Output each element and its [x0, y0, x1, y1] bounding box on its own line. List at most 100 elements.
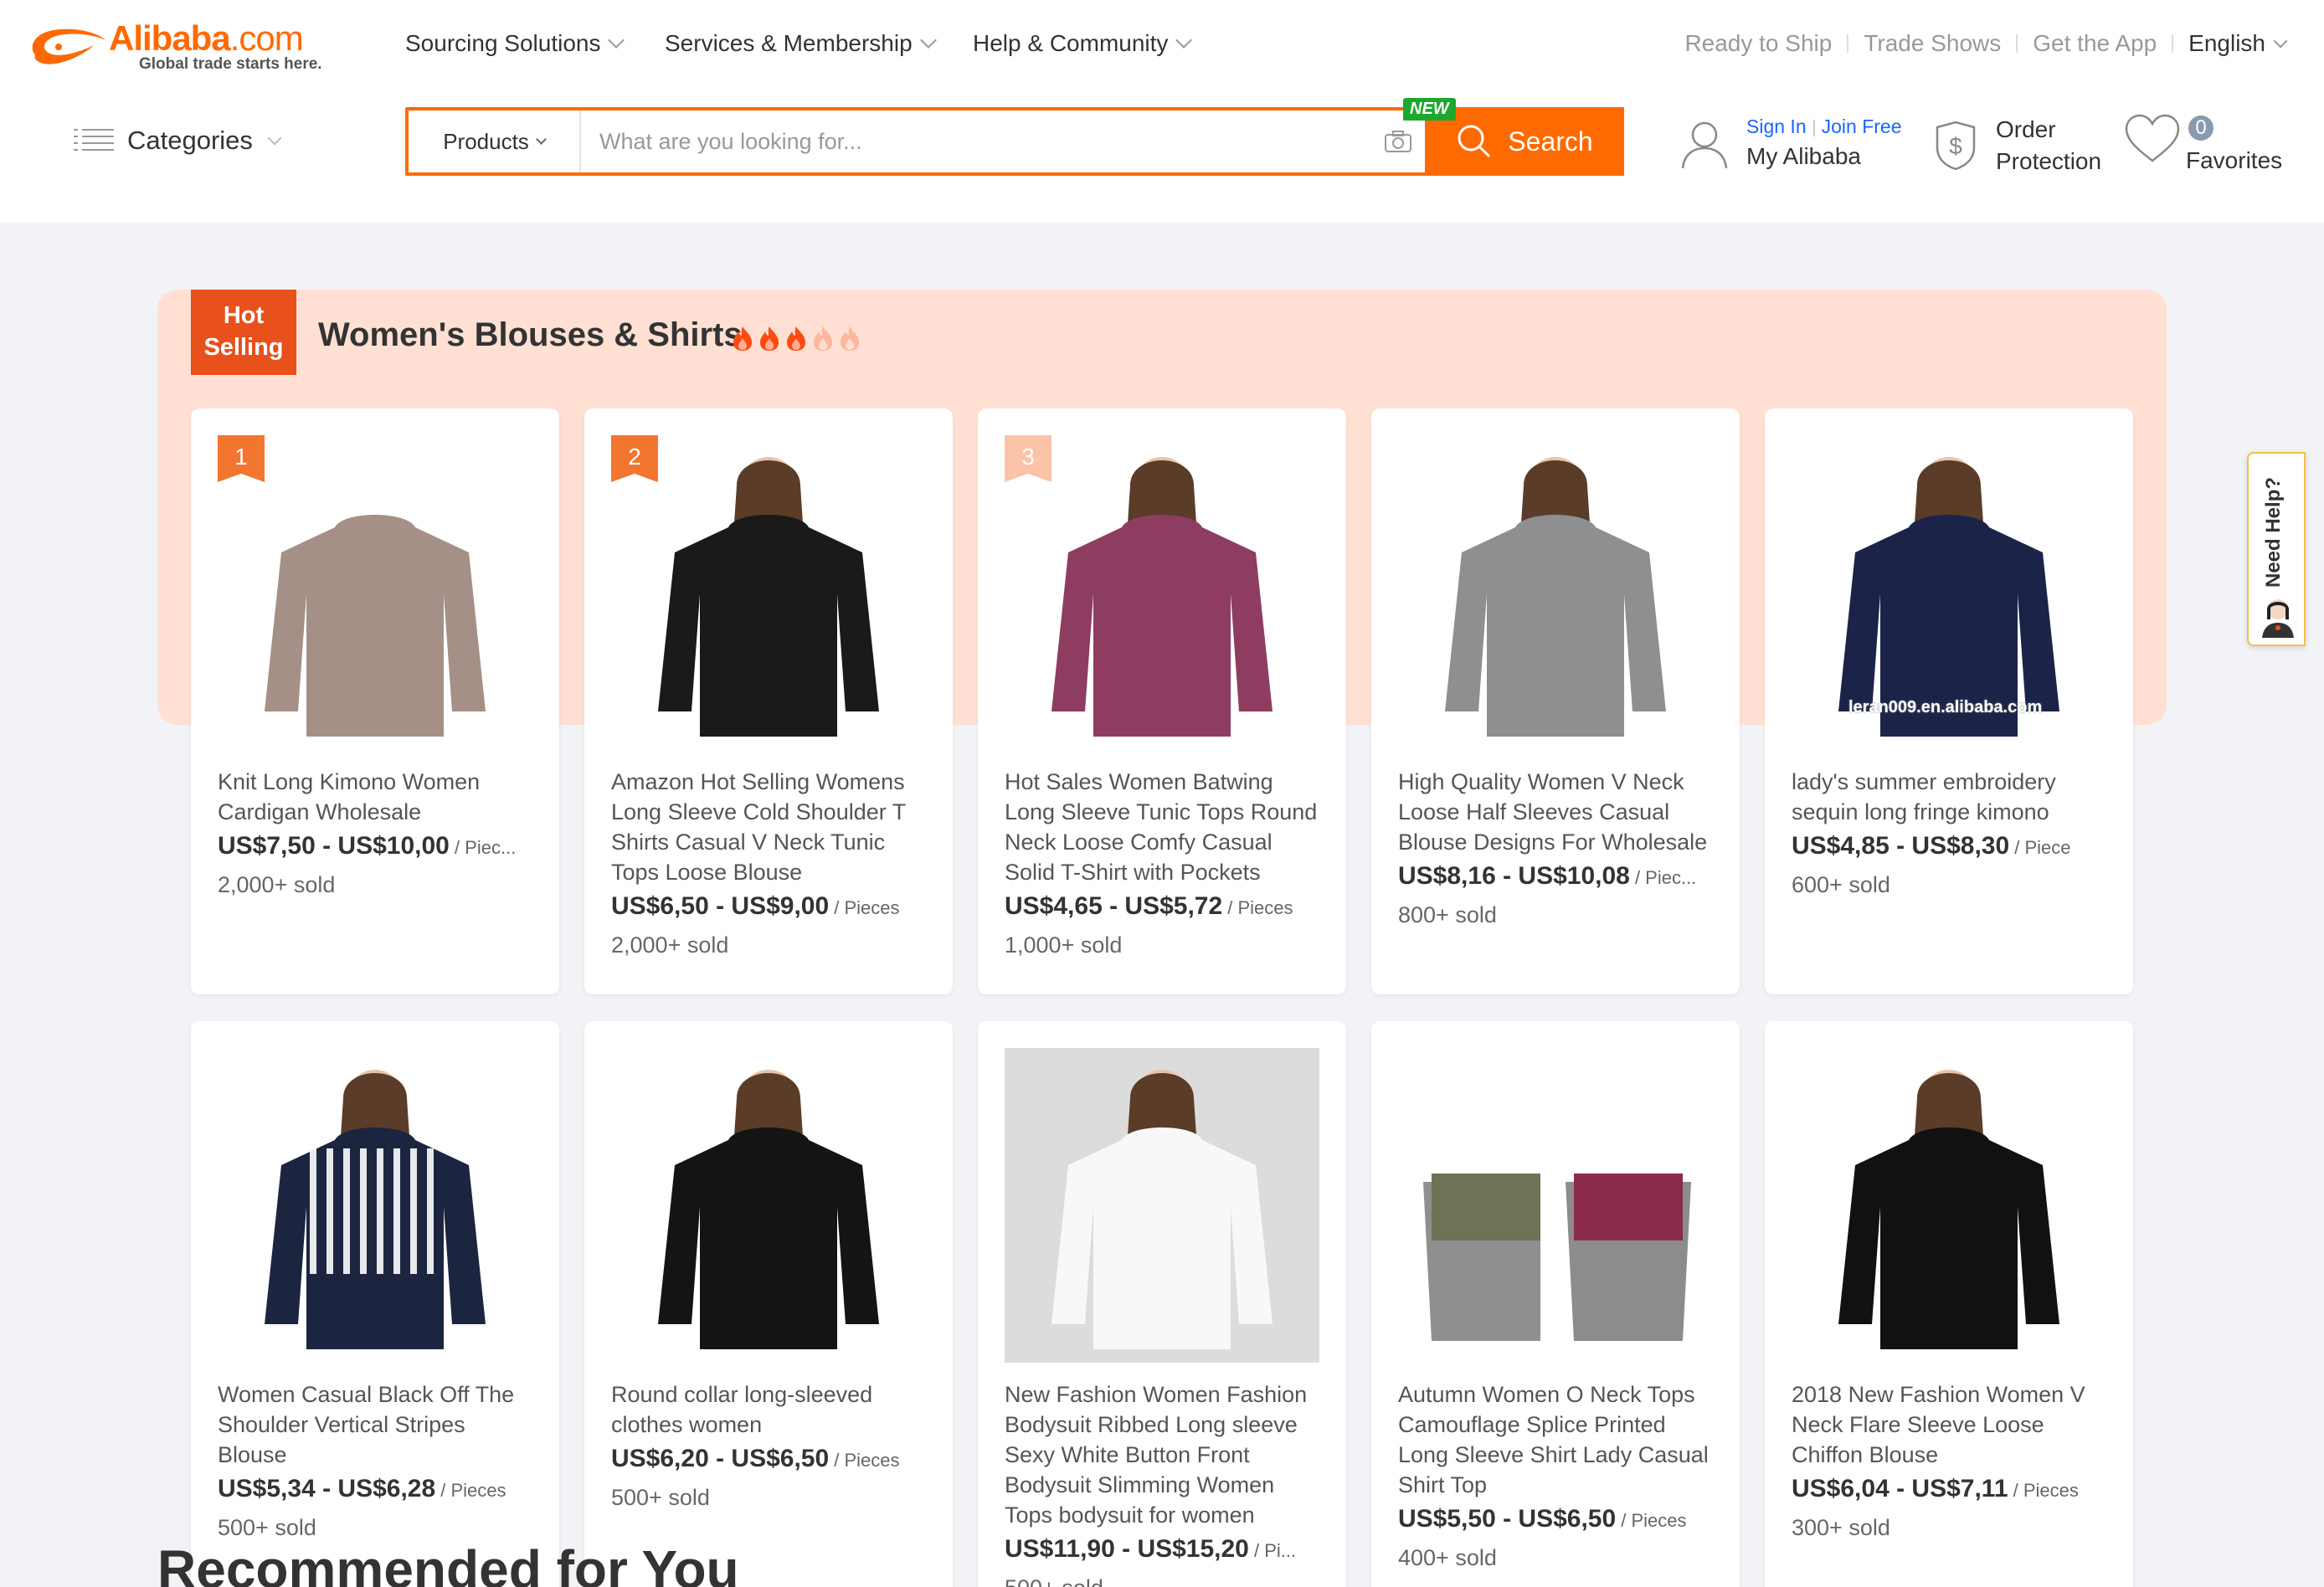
- sold-count: 1,000+ sold: [1005, 932, 1123, 958]
- product-card[interactable]: New Fashion Women Fashion Bodysuit Ribbe…: [978, 1021, 1346, 1587]
- chevron-down-icon: [919, 32, 937, 49]
- product-title[interactable]: lady's summer embroidery sequin long fri…: [1792, 767, 2110, 827]
- language-selector[interactable]: English: [2188, 30, 2265, 57]
- product-price: US$6,04 - US$7,11 / Pieces: [1792, 1475, 2079, 1502]
- product-card[interactable]: Autumn Women O Neck Tops Camouflage Spli…: [1371, 1021, 1740, 1587]
- watermark: leran009.en.alibaba.com: [1848, 698, 2043, 716]
- ready-to-ship-link[interactable]: Ready to Ship: [1684, 30, 1832, 57]
- striped-blouse-image[interactable]: [218, 1048, 532, 1363]
- order-protection[interactable]: $ Order Protection: [1932, 114, 2101, 177]
- sign-in-link[interactable]: Sign In: [1746, 116, 1807, 137]
- favorites-count: 0: [2188, 116, 2213, 141]
- sold-count: 600+ sold: [1792, 872, 1890, 897]
- favorites-label: Favorites: [2186, 147, 2283, 173]
- sold-count: 500+ sold: [1005, 1575, 1103, 1587]
- sold-count: 500+ sold: [218, 1515, 316, 1540]
- chevron-down-icon: [267, 131, 282, 146]
- product-card[interactable]: 1 Knit Long Kimono Women Cardigan Wholesa…: [191, 408, 559, 994]
- hotness-rating: [732, 325, 861, 352]
- categories-menu[interactable]: Categories: [74, 126, 282, 156]
- camo-splice-shirt-image[interactable]: [1398, 1048, 1713, 1363]
- shield-dollar-icon: $: [1936, 121, 1976, 171]
- logo-wordmark: Alibaba.com: [109, 18, 304, 58]
- sold-count: 300+ sold: [1792, 1515, 1890, 1540]
- product-title[interactable]: High Quality Women V Neck Loose Half Sle…: [1398, 767, 1716, 857]
- divider: [1847, 34, 1849, 53]
- sold-count: 2,000+ sold: [218, 872, 336, 897]
- white-bodysuit-image[interactable]: [1005, 1048, 1319, 1363]
- search-icon: [1458, 125, 1491, 158]
- product-price: US$6,50 - US$9,00 / Pieces: [611, 892, 900, 920]
- sold-count: 2,000+ sold: [611, 932, 729, 958]
- alibaba-swoosh-icon: [32, 28, 105, 64]
- alibaba-logo[interactable]: Alibaba.com Global trade starts here.: [25, 18, 343, 77]
- black-chiffon-blouse-image[interactable]: [1792, 1048, 2106, 1363]
- product-title[interactable]: Knit Long Kimono Women Cardigan Wholesal…: [218, 767, 536, 827]
- favorites[interactable]: 0 Favorites: [2123, 112, 2282, 173]
- user-icon[interactable]: [1679, 116, 1730, 170]
- sold-count: 400+ sold: [1398, 1545, 1497, 1570]
- product-card[interactable]: 2 Amazon Hot Selling Womens Long Sleeve C…: [584, 408, 953, 994]
- product-title[interactable]: Autumn Women O Neck Tops Camouflage Spli…: [1398, 1379, 1716, 1500]
- grey-blouse-image[interactable]: [1398, 435, 1713, 750]
- my-alibaba-link[interactable]: My Alibaba: [1746, 143, 1901, 170]
- flame-icon: [760, 326, 779, 351]
- purple-tunic-image[interactable]: [1005, 435, 1319, 750]
- divider: [2172, 34, 2174, 53]
- chevron-down-icon: [535, 134, 547, 145]
- product-card[interactable]: Round collar long-sleeved clothes women U…: [584, 1021, 953, 1587]
- hot-selling-tag: Hot Selling: [191, 290, 296, 375]
- product-card[interactable]: 3 Hot Sales Women Batwing Long Sleeve Tun…: [978, 408, 1346, 994]
- product-title[interactable]: Hot Sales Women Batwing Long Sleeve Tuni…: [1005, 767, 1323, 887]
- chevron-down-icon: [608, 32, 625, 49]
- product-card[interactable]: leran009.en.alibaba.com lady's summer emb…: [1765, 408, 2133, 994]
- product-price: US$5,34 - US$6,28 / Pieces: [218, 1475, 506, 1502]
- product-title[interactable]: 2018 New Fashion Women V Neck Flare Slee…: [1792, 1379, 2110, 1470]
- product-title[interactable]: Round collar long-sleeved clothes women: [611, 1379, 929, 1440]
- product-title[interactable]: Women Casual Black Off The Shoulder Vert…: [218, 1379, 536, 1470]
- sold-count: 800+ sold: [1398, 902, 1497, 927]
- logo-tagline: Global trade starts here.: [139, 55, 322, 73]
- kimono-cardigan-image[interactable]: [218, 435, 532, 750]
- divider: [2016, 34, 2018, 53]
- product-price: US$11,90 - US$15,20 / Pi...: [1005, 1535, 1297, 1563]
- product-price: US$8,16 - US$10,08 / Piec...: [1398, 862, 1697, 890]
- product-title[interactable]: New Fashion Women Fashion Bodysuit Ribbe…: [1005, 1379, 1323, 1530]
- product-card[interactable]: High Quality Women V Neck Loose Half Sle…: [1371, 408, 1740, 994]
- search-category-select[interactable]: Products: [409, 110, 581, 172]
- svg-text:$: $: [1949, 133, 1962, 159]
- product-title[interactable]: Amazon Hot Selling Womens Long Sleeve Co…: [611, 767, 929, 887]
- product-price: US$7,50 - US$10,00 / Piec...: [218, 832, 517, 860]
- flame-icon: [733, 326, 752, 351]
- flame-icon: [787, 326, 805, 351]
- product-price: US$6,20 - US$6,50 / Pieces: [611, 1445, 900, 1472]
- flame-icon: [841, 326, 859, 351]
- need-help-label: Need Help?: [2262, 476, 2285, 588]
- product-price: US$4,85 - US$8,30 / Piece: [1792, 832, 2071, 860]
- join-free-link[interactable]: Join Free: [1822, 116, 1902, 137]
- list-menu-icon: [74, 127, 114, 154]
- get-the-app-link[interactable]: Get the App: [2033, 30, 2157, 57]
- categories-label: Categories: [127, 126, 253, 155]
- section-title: Women's Blouses & Shirts: [318, 316, 743, 353]
- nav-sourcing-solutions[interactable]: Sourcing Solutions: [405, 30, 625, 57]
- product-card[interactable]: 2018 New Fashion Women V Neck Flare Slee…: [1765, 1021, 2133, 1587]
- sold-count: 500+ sold: [611, 1485, 710, 1510]
- account-area: Sign In Join Free My Alibaba: [1679, 116, 1901, 170]
- chevron-down-icon: [1175, 32, 1193, 49]
- trade-shows-link[interactable]: Trade Shows: [1864, 30, 2001, 57]
- search-input[interactable]: [581, 110, 1371, 172]
- utility-nav: Ready to Ship Trade Shows Get the App En…: [1684, 30, 2288, 57]
- support-agent-icon: [2262, 599, 2294, 638]
- black-blouse-image[interactable]: [611, 435, 926, 750]
- flame-icon: [814, 326, 832, 351]
- black-cold-shoulder-image[interactable]: [611, 1048, 926, 1363]
- product-price: US$4,65 - US$5,72 / Pieces: [1005, 892, 1293, 920]
- header: Alibaba.com Global trade starts here. So…: [0, 0, 2324, 223]
- new-badge: NEW: [1403, 98, 1456, 121]
- product-card[interactable]: Women Casual Black Off The Shoulder Vert…: [191, 1021, 559, 1587]
- nav-help-community[interactable]: Help & Community: [973, 30, 1193, 57]
- nav-services-membership[interactable]: Services & Membership: [665, 30, 937, 57]
- chevron-down-icon: [2273, 33, 2288, 49]
- need-help-tab[interactable]: Need Help?: [2247, 452, 2306, 646]
